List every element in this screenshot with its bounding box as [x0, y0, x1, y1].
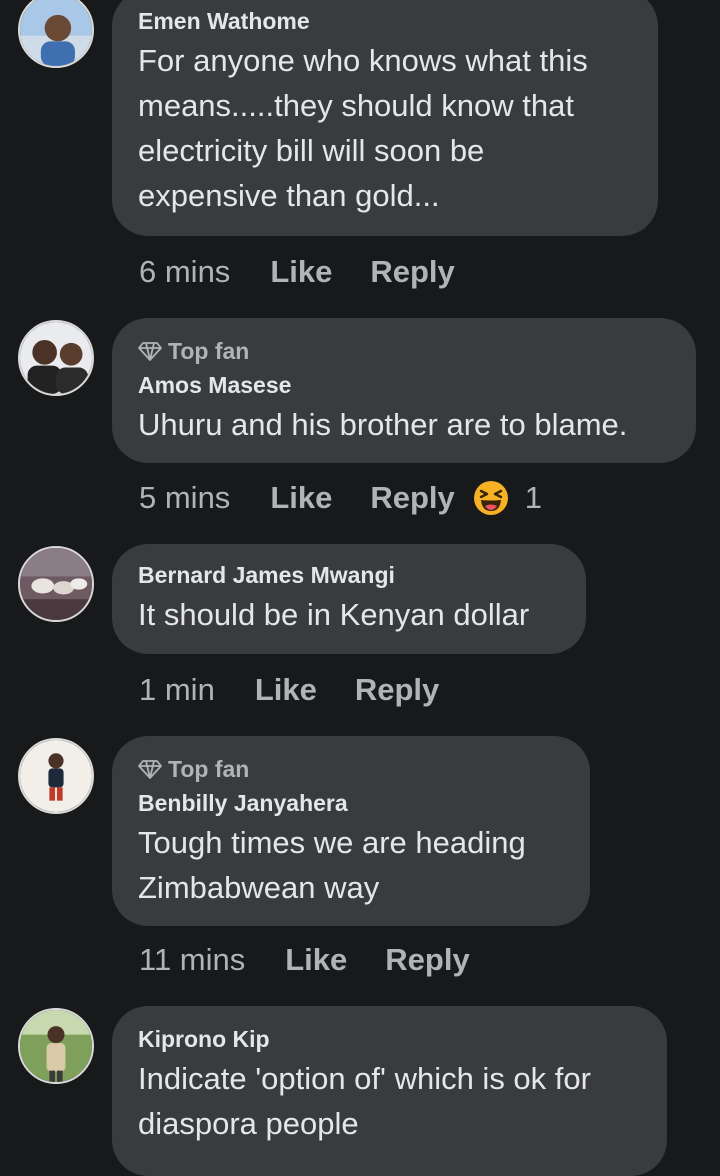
- comment-bubble: Top fan Amos Masese Uhuru and his brothe…: [112, 318, 696, 463]
- avatar-image: [20, 1010, 92, 1082]
- top-fan-badge: Top fan: [138, 336, 670, 366]
- commenter-name[interactable]: Bernard James Mwangi: [138, 560, 560, 590]
- comment-bubble: Emen Wathome For anyone who knows what t…: [112, 0, 658, 236]
- comment-actions: 1 min Like Reply: [139, 670, 439, 710]
- avatar[interactable]: [18, 546, 94, 622]
- comment-text: Indicate 'option of' which is ok for dia…: [138, 1061, 591, 1141]
- like-button[interactable]: Like: [285, 942, 347, 978]
- commenter-name[interactable]: Kiprono Kip: [138, 1024, 641, 1054]
- avatar-image: [20, 322, 92, 394]
- comment-text: Tough times we are heading Zimbabwean wa…: [138, 825, 526, 905]
- avatar-image: [20, 0, 92, 66]
- top-fan-badge: Top fan: [138, 754, 564, 784]
- reply-button[interactable]: Reply: [370, 254, 454, 290]
- avatar[interactable]: [18, 0, 94, 68]
- commenter-name[interactable]: Benbilly Janyahera: [138, 788, 564, 818]
- comment-timestamp: 6 mins: [139, 254, 231, 289]
- like-button[interactable]: Like: [255, 672, 317, 708]
- comment-text: It should be in Kenyan dollar: [138, 597, 530, 632]
- badge-label: Top fan: [168, 755, 250, 782]
- avatar[interactable]: [18, 738, 94, 814]
- reply-button[interactable]: Reply: [355, 672, 439, 708]
- comment-text: Uhuru and his brother are to blame.: [138, 407, 628, 442]
- like-button[interactable]: Like: [270, 254, 332, 290]
- reply-button[interactable]: Reply: [370, 480, 454, 516]
- comment-bubble: Bernard James Mwangi It should be in Ken…: [112, 544, 586, 654]
- diamond-icon: [138, 760, 162, 779]
- reply-button[interactable]: Reply: [385, 942, 469, 978]
- commenter-name[interactable]: Emen Wathome: [138, 6, 632, 36]
- comment-text: For anyone who knows what this means....…: [138, 43, 588, 213]
- avatar-image: [20, 740, 92, 812]
- laughing-emoji-icon: [473, 481, 508, 515]
- like-button[interactable]: Like: [270, 480, 332, 516]
- reaction-count: 1: [524, 480, 543, 515]
- commenter-name[interactable]: Amos Masese: [138, 370, 670, 400]
- comment-timestamp: 5 mins: [139, 480, 231, 515]
- comment-timestamp: 11 mins: [139, 942, 246, 977]
- comment-actions: 11 mins Like Reply: [139, 940, 470, 980]
- comment-bubble: Top fan Benbilly Janyahera Tough times w…: [112, 736, 590, 926]
- diamond-icon: [138, 342, 162, 361]
- badge-label: Top fan: [168, 337, 250, 364]
- reaction-summary[interactable]: 1: [473, 480, 542, 516]
- avatar-image: [20, 548, 92, 620]
- comment-actions: 5 mins Like Reply 1: [139, 478, 542, 518]
- comment-timestamp: 1 min: [139, 672, 215, 707]
- avatar[interactable]: [18, 1008, 94, 1084]
- comment-bubble: Kiprono Kip Indicate 'option of' which i…: [112, 1006, 667, 1176]
- avatar[interactable]: [18, 320, 94, 396]
- comment-actions: 6 mins Like Reply: [139, 252, 455, 292]
